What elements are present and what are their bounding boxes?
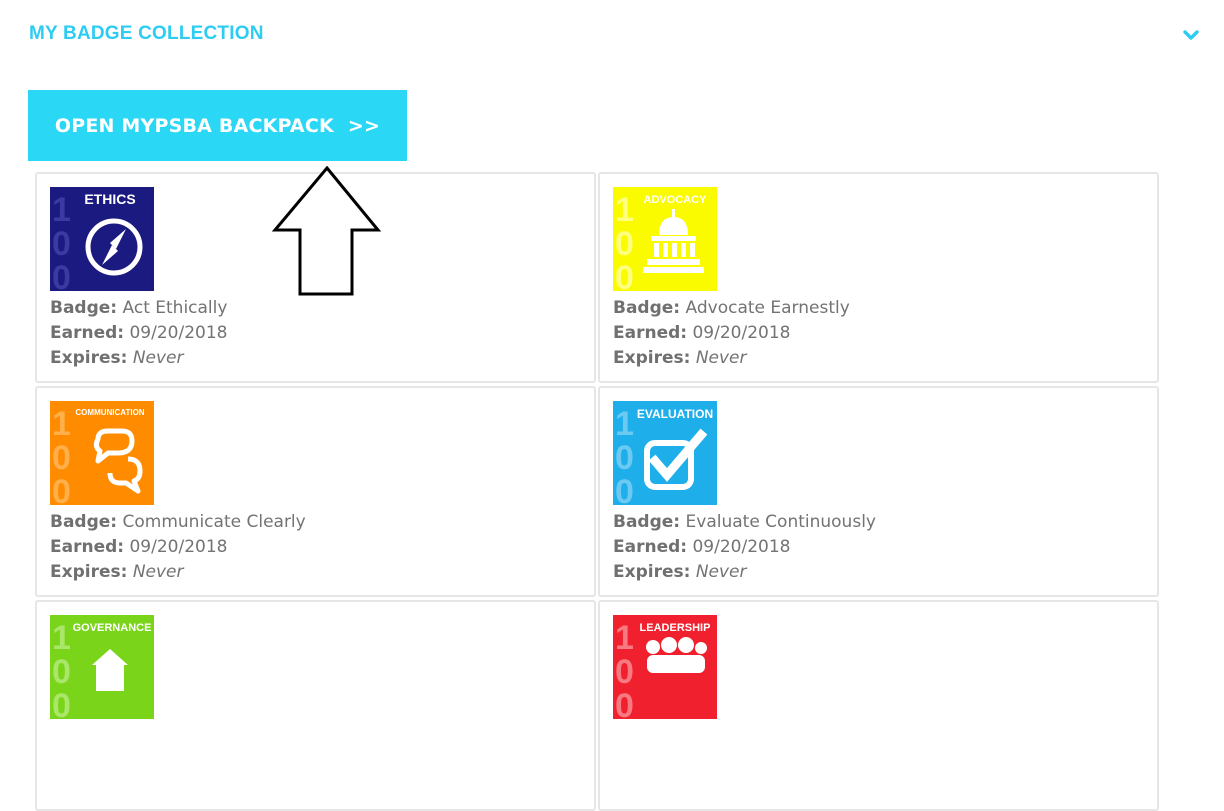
badge-category: ETHICS xyxy=(84,191,135,207)
svg-text:1: 1 xyxy=(615,191,634,229)
badge-category: COMMUNICATION xyxy=(75,408,144,417)
expires-value: Never xyxy=(695,562,747,582)
badge-label: Badge: xyxy=(50,298,118,318)
earned-date: 09/20/2018 xyxy=(692,537,791,557)
svg-text:1: 1 xyxy=(52,619,71,657)
svg-text:0: 0 xyxy=(615,687,634,719)
badge-label: Badge: xyxy=(613,298,681,318)
earned-label: Earned: xyxy=(613,537,688,557)
badge-details: Badge: Act Ethically Earned: 09/20/2018 … xyxy=(50,296,227,371)
badge-card[interactable]: 100 LEADERSHIP xyxy=(598,600,1159,811)
expires-label: Expires: xyxy=(613,562,691,582)
open-backpack-button[interactable]: OPEN MYPSBA BACKPACK >> xyxy=(28,90,407,161)
badge-card[interactable]: 100 ETHICS Badge: Act Ethically Earned: … xyxy=(35,172,596,383)
badge-category: LEADERSHIP xyxy=(640,622,711,634)
open-backpack-suffix: >> xyxy=(347,114,381,137)
earned-label: Earned: xyxy=(613,323,688,343)
badge-card[interactable]: 100 EVALUATION Badge: Evaluate Continuou… xyxy=(598,386,1159,597)
earned-label: Earned: xyxy=(50,537,125,557)
svg-text:0: 0 xyxy=(52,225,71,263)
badge-image-governance: 100 GOVERNANCE xyxy=(50,615,154,719)
svg-text:0: 0 xyxy=(52,439,71,477)
earned-date: 09/20/2018 xyxy=(692,323,791,343)
badge-name: Communicate Clearly xyxy=(122,512,306,532)
svg-text:0: 0 xyxy=(615,259,634,291)
svg-text:0: 0 xyxy=(615,653,634,691)
badge-image-ethics: 100 ETHICS xyxy=(50,187,154,291)
badge-image-evaluation: 100 EVALUATION xyxy=(613,401,717,505)
expires-value: Never xyxy=(695,348,747,368)
open-backpack-label: OPEN MYPSBA BACKPACK xyxy=(54,114,334,137)
badge-card[interactable]: 100 ADVOCACY Badge: Advocate Earnestly E… xyxy=(598,172,1159,383)
svg-text:0: 0 xyxy=(615,225,634,263)
svg-text:1: 1 xyxy=(52,191,71,229)
expires-label: Expires: xyxy=(613,348,691,368)
expires-value: Never xyxy=(132,348,184,368)
svg-text:0: 0 xyxy=(52,473,71,505)
earned-date: 09/20/2018 xyxy=(129,323,228,343)
svg-text:0: 0 xyxy=(615,439,634,477)
badge-image-leadership: 100 LEADERSHIP xyxy=(613,615,717,719)
svg-text:0: 0 xyxy=(52,653,71,691)
badge-name: Advocate Earnestly xyxy=(685,298,850,318)
badge-name: Act Ethically xyxy=(122,298,228,318)
badge-image-advocacy: 100 ADVOCACY xyxy=(613,187,717,291)
badge-category: EVALUATION xyxy=(637,407,713,421)
expires-label: Expires: xyxy=(50,562,128,582)
badge-label: Badge: xyxy=(613,512,681,532)
expires-value: Never xyxy=(132,562,184,582)
chevron-down-icon[interactable] xyxy=(1181,27,1201,43)
svg-text:1: 1 xyxy=(615,619,634,657)
section-title[interactable]: MY BADGE COLLECTION xyxy=(29,23,264,45)
badge-label: Badge: xyxy=(50,512,118,532)
badge-card[interactable]: 100 GOVERNANCE xyxy=(35,600,596,811)
badge-name: Evaluate Continuously xyxy=(685,512,876,532)
badge-category: GOVERNANCE xyxy=(73,622,152,634)
earned-date: 09/20/2018 xyxy=(129,537,228,557)
earned-label: Earned: xyxy=(50,323,125,343)
badge-image-communication: 100 COMMUNICATION xyxy=(50,401,154,505)
badge-details: Badge: Communicate Clearly Earned: 09/20… xyxy=(50,510,306,585)
badge-category: ADVOCACY xyxy=(644,194,708,206)
badge-card[interactable]: 100 COMMUNICATION Badge: Communicate Cle… xyxy=(35,386,596,597)
badge-details: Badge: Evaluate Continuously Earned: 09/… xyxy=(613,510,876,585)
expires-label: Expires: xyxy=(50,348,128,368)
svg-text:1: 1 xyxy=(52,405,71,443)
svg-text:0: 0 xyxy=(615,473,634,505)
svg-text:0: 0 xyxy=(52,687,71,719)
badge-details: Badge: Advocate Earnestly Earned: 09/20/… xyxy=(613,296,850,371)
svg-text:1: 1 xyxy=(615,405,634,443)
svg-text:0: 0 xyxy=(52,259,71,291)
